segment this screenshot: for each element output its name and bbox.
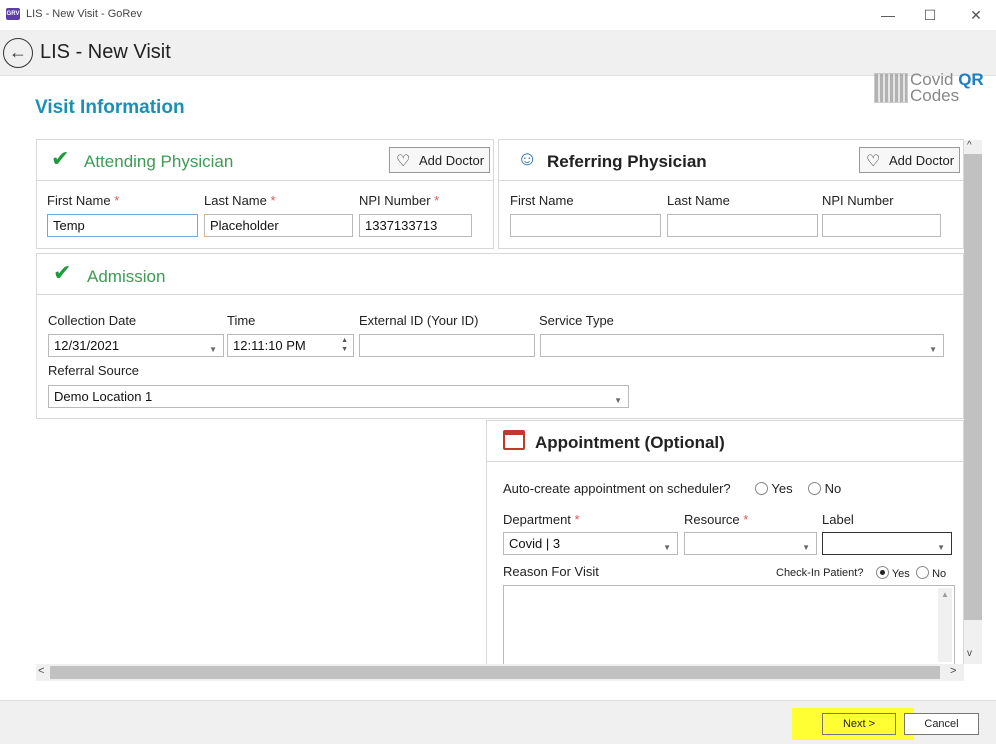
npi-number-label: NPI Number — [822, 193, 894, 208]
scroll-up-icon[interactable]: ▲ — [941, 590, 949, 599]
auto-create-yes-radio[interactable]: Yes — [755, 481, 793, 496]
logo-line2: Codes — [910, 86, 960, 105]
close-button[interactable]: ✕ — [956, 4, 996, 26]
resource-label: Resource * — [684, 512, 749, 527]
label-select[interactable]: ▼ — [822, 532, 952, 555]
appointment-title: Appointment (Optional) — [535, 433, 725, 452]
referring-physician-panel: ☺ Referring Physician ♡ Add Doctor First… — [498, 139, 964, 249]
window-title: LIS - New Visit - GoRev — [26, 8, 142, 20]
collection-date-value: 12/31/2021 — [54, 338, 120, 353]
npi-number-input[interactable] — [822, 214, 941, 237]
department-value: Covid | 3 — [509, 536, 561, 551]
chevron-down-icon[interactable]: ▼ — [937, 540, 945, 555]
last-name-label: Last Name * — [204, 193, 276, 208]
checkin-patient-label: Check-In Patient? — [776, 567, 864, 579]
radio-label: Yes — [891, 568, 910, 580]
admission-panel: ✔ Admission Collection Date Time Externa… — [36, 253, 964, 419]
scroll-down-icon[interactable]: v — [967, 648, 972, 659]
chevron-down-icon[interactable]: ▼ — [929, 342, 937, 357]
reason-for-visit-label: Reason For Visit — [503, 564, 599, 579]
next-button[interactable]: Next > — [822, 713, 896, 735]
checkin-no-radio[interactable]: No — [916, 566, 946, 580]
calendar-icon — [503, 430, 525, 450]
external-id-label: External ID (Your ID) — [359, 313, 479, 328]
time-value: 12:11:10 PM — [233, 338, 306, 353]
minimize-button[interactable]: — — [868, 4, 908, 26]
last-name-label: Last Name — [667, 193, 730, 208]
window-titlebar — [0, 0, 996, 30]
maximize-button[interactable]: ☐ — [910, 4, 950, 26]
scroll-left-icon[interactable]: < — [38, 665, 44, 677]
reason-for-visit-textarea[interactable] — [503, 585, 955, 665]
radio-icon — [755, 482, 768, 495]
last-name-input[interactable] — [667, 214, 818, 237]
first-name-input[interactable]: Temp — [47, 214, 198, 237]
first-name-label: First Name — [510, 193, 574, 208]
referring-physician-title: Referring Physician — [547, 152, 707, 171]
admission-title: Admission — [87, 267, 166, 286]
appointment-panel: Appointment (Optional) Auto-create appoi… — [486, 420, 964, 665]
radio-label: No — [932, 568, 947, 580]
referral-source-select[interactable]: Demo Location 1 ▼ — [48, 385, 629, 408]
textarea-scrollbar[interactable]: ▲ — [938, 588, 952, 662]
department-label: Department * — [503, 512, 580, 527]
add-doctor-button[interactable]: ♡ Add Doctor — [859, 147, 960, 173]
auto-create-label: Auto-create appointment on scheduler? — [503, 481, 731, 496]
radio-icon — [808, 482, 821, 495]
scroll-right-icon[interactable]: > — [950, 665, 956, 677]
page-title: LIS - New Visit — [40, 41, 171, 63]
auto-create-no-radio[interactable]: No — [808, 481, 841, 496]
time-spinner[interactable]: 12:11:10 PM ▲ ▼ — [227, 334, 354, 357]
service-type-label: Service Type — [539, 313, 614, 328]
vertical-scrollbar-thumb[interactable] — [964, 154, 982, 620]
add-doctor-label: Add Doctor — [889, 153, 955, 168]
department-select[interactable]: Covid | 3 ▼ — [503, 532, 678, 555]
add-doctor-button[interactable]: ♡ Add Doctor — [389, 147, 490, 173]
time-label: Time — [227, 313, 256, 328]
covid-qr-logo: Covid QR Codes — [874, 71, 992, 107]
resource-select[interactable]: ▼ — [684, 532, 817, 555]
checkmark-icon: ✔ — [51, 146, 70, 171]
referral-source-value: Demo Location 1 — [54, 389, 153, 404]
radio-icon — [916, 566, 929, 579]
external-id-input[interactable] — [359, 334, 535, 357]
attending-physician-panel: ✔ Attending Physician ♡ Add Doctor First… — [36, 139, 494, 249]
stethoscope-icon: ♡ — [396, 153, 411, 170]
chevron-down-icon[interactable]: ▼ — [802, 540, 810, 555]
chevron-down-icon[interactable]: ▼ — [614, 393, 622, 408]
checkmark-icon: ✔ — [53, 260, 72, 285]
radio-label: No — [824, 481, 842, 496]
stethoscope-icon: ♡ — [866, 153, 881, 170]
scroll-up-icon[interactable]: ^ — [967, 140, 972, 151]
radio-icon — [876, 566, 889, 579]
back-arrow-icon[interactable]: ← — [3, 38, 33, 68]
spinner-arrows-icon[interactable]: ▲ ▼ — [341, 336, 348, 354]
npi-number-label: NPI Number * — [359, 193, 440, 208]
chevron-down-icon[interactable]: ▼ — [663, 540, 671, 555]
npi-number-input[interactable]: 1337133713 — [359, 214, 472, 237]
first-name-input[interactable] — [510, 214, 661, 237]
chevron-down-icon[interactable]: ▼ — [209, 342, 217, 357]
attending-physician-title: Attending Physician — [84, 152, 234, 171]
qr-code-icon — [874, 73, 908, 103]
service-type-select[interactable]: ▼ — [540, 334, 944, 357]
section-title: Visit Information — [35, 97, 185, 118]
horizontal-scrollbar-thumb[interactable] — [50, 666, 940, 679]
panel-header — [37, 254, 963, 295]
referral-source-label: Referral Source — [48, 363, 140, 378]
collection-date-picker[interactable]: 12/31/2021 ▼ — [48, 334, 224, 357]
first-name-label: First Name * — [47, 193, 120, 208]
cancel-button[interactable]: Cancel — [904, 713, 979, 735]
label-label: Label — [822, 512, 854, 527]
doctor-avatar-icon: ☺ — [517, 148, 538, 170]
add-doctor-label: Add Doctor — [419, 153, 485, 168]
collection-date-label: Collection Date — [48, 313, 137, 328]
app-icon: GRV — [6, 8, 20, 20]
last-name-input[interactable]: Placeholder — [204, 214, 353, 237]
radio-label: Yes — [771, 481, 793, 496]
checkin-yes-radio[interactable]: Yes — [876, 566, 910, 580]
